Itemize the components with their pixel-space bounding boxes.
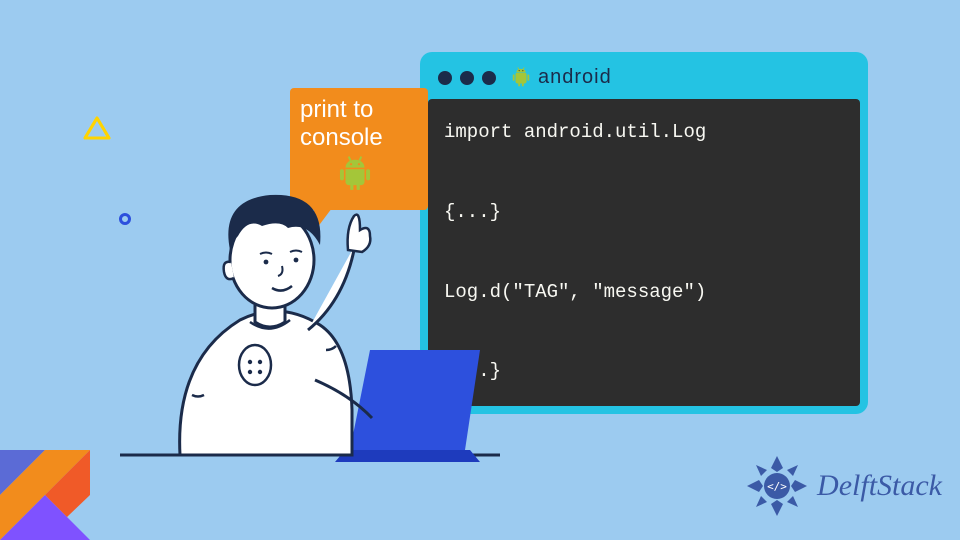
speech-line: print to [300,96,418,124]
code-line: import android.util.Log [444,121,706,143]
delftstack-logo-icon: </> [743,452,811,520]
decoration-triangle [85,120,109,138]
scene: android import android.util.Log {...} Lo… [0,0,960,540]
platform-label: android [538,66,612,89]
kotlin-logo-icon [0,450,90,540]
window-dot [438,71,452,85]
window-dot [482,71,496,85]
speech-line: console [300,124,418,152]
android-header: android [510,66,612,89]
window-dot [460,71,474,85]
person-illustration [120,150,500,490]
delftstack-name: DelftStack [817,469,942,503]
android-icon [510,67,532,89]
svg-text:</>: </> [767,480,787,493]
delftstack-branding: </> DelftStack [743,452,942,520]
window-header: android [428,60,860,99]
